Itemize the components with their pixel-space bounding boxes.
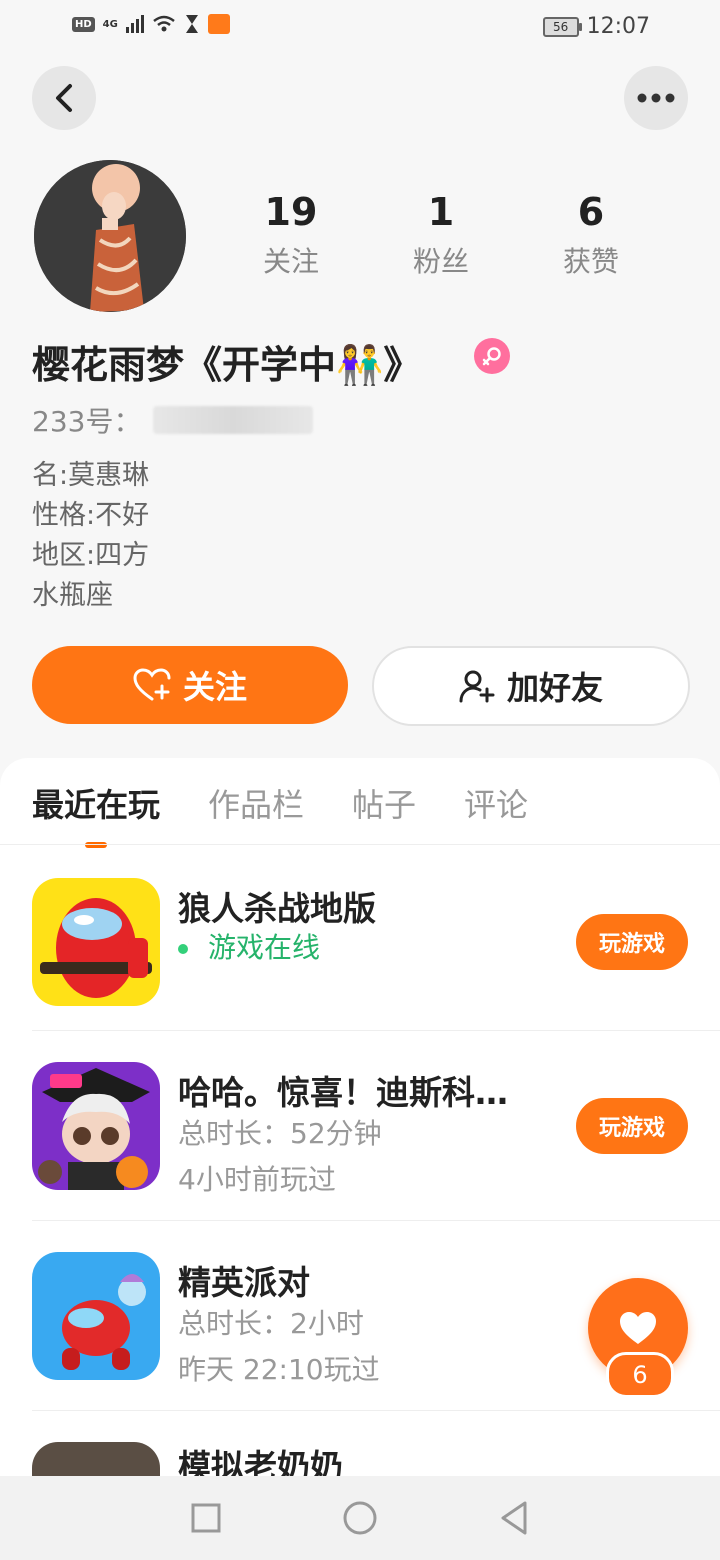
play-game-button[interactable]: 玩游戏 bbox=[576, 914, 688, 970]
online-dot-icon bbox=[178, 944, 188, 954]
stat-label: 粉丝 bbox=[412, 245, 469, 278]
chevron-left-icon bbox=[56, 84, 72, 112]
stat-following[interactable]: 19 关注 bbox=[263, 190, 319, 280]
clock: 12:07 bbox=[586, 14, 650, 39]
add-friend-button[interactable]: 加好友 bbox=[372, 646, 690, 726]
profile-tabs: 最近在玩 作品栏 帖子 评论 bbox=[32, 780, 528, 848]
stat-label: 获赞 bbox=[562, 245, 619, 278]
user-id-redacted bbox=[153, 406, 314, 434]
game-title: 模拟老奶奶 bbox=[178, 1447, 343, 1476]
more-button[interactable] bbox=[624, 66, 688, 130]
stat-followers[interactable]: 1 粉丝 bbox=[413, 190, 469, 280]
stat-value: 19 bbox=[264, 190, 318, 234]
game-playtime: 总时长：52分钟 bbox=[178, 1117, 382, 1150]
status-bar: HD 4G 56 12:07 bbox=[0, 0, 720, 56]
game-title: 精英派对 bbox=[178, 1263, 310, 1302]
profile-name: 樱花雨梦《开学中👫》 bbox=[32, 343, 422, 387]
game-row[interactable]: 哈哈。惊喜！迪斯科… 总时长：52分钟 4小时前玩过 玩游戏 bbox=[32, 1062, 720, 1196]
tab-recently-played[interactable]: 最近在玩 bbox=[32, 780, 160, 848]
like-count-badge: 6 bbox=[606, 1352, 674, 1398]
add-user-icon bbox=[459, 670, 495, 703]
bio-line: 性格:不好 bbox=[32, 500, 150, 531]
stat-label: 关注 bbox=[262, 245, 319, 278]
game-playtime: 总时长：2小时 bbox=[178, 1307, 364, 1340]
game-last-played: 4小时前玩过 bbox=[178, 1163, 336, 1196]
profile-stats: 19 关注 1 粉丝 6 获赞 bbox=[216, 190, 666, 280]
game-icon-granny-simulator[interactable] bbox=[32, 1442, 160, 1476]
recent-apps-icon[interactable] bbox=[190, 1502, 222, 1534]
bio-line: 地区:四方 bbox=[32, 540, 150, 571]
stat-value: 6 bbox=[577, 190, 605, 234]
app-notification-icon bbox=[207, 14, 230, 34]
follow-button[interactable]: 关注 bbox=[32, 646, 348, 724]
tab-posts[interactable]: 帖子 bbox=[352, 780, 416, 844]
stat-value: 1 bbox=[427, 190, 455, 234]
hd-icon: HD bbox=[72, 16, 95, 32]
divider bbox=[32, 1410, 720, 1411]
follow-label: 关注 bbox=[182, 668, 247, 706]
heart-plus-icon bbox=[133, 668, 171, 701]
system-navigation-bar bbox=[0, 1476, 720, 1560]
female-gender-icon bbox=[474, 338, 510, 374]
divider bbox=[32, 1220, 720, 1221]
game-last-played: 昨天 22:10玩过 bbox=[178, 1353, 380, 1386]
hourglass-icon bbox=[185, 15, 198, 33]
user-id: 233号： bbox=[32, 400, 314, 440]
game-icon-werewolf[interactable] bbox=[32, 878, 160, 1006]
heart-icon bbox=[620, 1312, 656, 1344]
more-dots-icon bbox=[637, 93, 675, 103]
game-online-status: 游戏在线 bbox=[178, 926, 320, 966]
stat-likes[interactable]: 6 获赞 bbox=[563, 190, 619, 280]
add-friend-label: 加好友 bbox=[506, 669, 603, 707]
home-icon[interactable] bbox=[342, 1500, 378, 1536]
battery-icon: 56 bbox=[542, 16, 582, 37]
game-row[interactable]: 狼人杀战地版 游戏在线 玩游戏 bbox=[32, 878, 720, 1006]
bio-line: 名:莫惠琳 bbox=[32, 460, 150, 491]
game-row[interactable]: 模拟老奶奶 bbox=[32, 1442, 720, 1476]
user-id-label: 233号： bbox=[32, 405, 142, 438]
game-title: 哈哈。惊喜！迪斯科… bbox=[178, 1073, 508, 1112]
divider bbox=[0, 844, 720, 845]
avatar-illustration bbox=[34, 160, 186, 312]
back-nav-icon[interactable] bbox=[498, 1500, 530, 1536]
game-icon-lol-surprise[interactable] bbox=[32, 1062, 160, 1190]
wifi-icon bbox=[153, 15, 175, 32]
signal-icon bbox=[125, 15, 144, 33]
profile-bio: 名:莫惠琳 性格:不好 地区:四方 水瓶座 bbox=[32, 456, 149, 616]
bio-line: 水瓶座 bbox=[32, 580, 113, 611]
divider bbox=[32, 1030, 720, 1031]
tab-works[interactable]: 作品栏 bbox=[208, 780, 304, 844]
play-game-button[interactable]: 玩游戏 bbox=[576, 1098, 688, 1154]
back-button[interactable] bbox=[32, 66, 96, 130]
game-icon-elite-party[interactable] bbox=[32, 1252, 160, 1380]
game-title: 狼人杀战地版 bbox=[178, 889, 376, 928]
tab-comments[interactable]: 评论 bbox=[464, 780, 528, 844]
network-label: 4G bbox=[102, 18, 118, 30]
avatar[interactable] bbox=[34, 160, 186, 312]
